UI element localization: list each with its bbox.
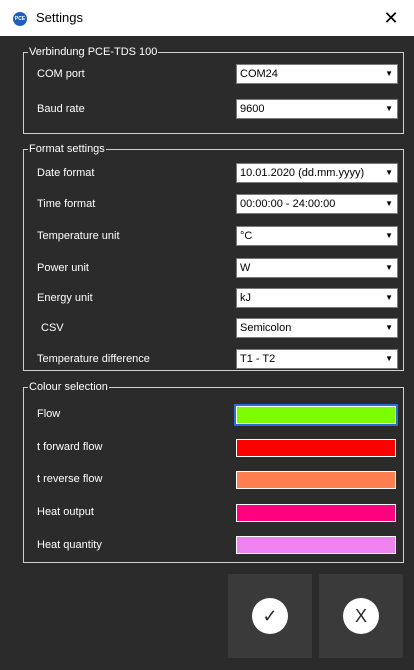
format-legend: Format settings bbox=[29, 143, 105, 155]
chevron-down-icon: ▼ bbox=[385, 231, 393, 240]
connection-legend: Verbindung PCE-TDS 100 bbox=[29, 46, 158, 58]
csv-select[interactable]: Semicolon ▼ bbox=[236, 318, 398, 338]
baud-rate-value: 9600 bbox=[240, 103, 265, 115]
ok-button[interactable]: ✓ bbox=[228, 574, 312, 658]
com-port-select[interactable]: COM24 ▼ bbox=[236, 64, 398, 84]
flow-label: Flow bbox=[37, 408, 61, 420]
chevron-down-icon: ▼ bbox=[385, 354, 393, 363]
chevron-down-icon: ▼ bbox=[385, 263, 393, 272]
energy-unit-label: Energy unit bbox=[37, 292, 93, 304]
chevron-down-icon: ▼ bbox=[385, 104, 393, 113]
time-format-select[interactable]: 00:00:00 - 24:00:00 ▼ bbox=[236, 194, 398, 214]
flow-colour-swatch[interactable] bbox=[234, 404, 398, 426]
cancel-x-icon: X bbox=[343, 598, 379, 634]
time-format-label: Time format bbox=[37, 198, 96, 210]
com-port-value: COM24 bbox=[240, 68, 278, 80]
temperature-difference-label: Temperature difference bbox=[37, 353, 150, 365]
temperature-difference-value: T1 - T2 bbox=[240, 353, 276, 365]
title-bar: PCE Settings ✕ bbox=[0, 0, 414, 36]
csv-value: Semicolon bbox=[240, 322, 292, 334]
time-format-value: 00:00:00 - 24:00:00 bbox=[240, 198, 336, 210]
colour-legend: Colour selection bbox=[29, 381, 108, 393]
date-format-label: Date format bbox=[37, 167, 95, 179]
chevron-down-icon: ▼ bbox=[385, 199, 393, 208]
settings-panel: Verbindung PCE-TDS 100 COM port COM24 ▼ … bbox=[0, 36, 414, 670]
chevron-down-icon: ▼ bbox=[385, 323, 393, 332]
power-unit-label: Power unit bbox=[37, 262, 89, 274]
check-icon: ✓ bbox=[252, 598, 288, 634]
energy-unit-select[interactable]: kJ ▼ bbox=[236, 288, 398, 308]
heat-output-colour-swatch[interactable] bbox=[236, 504, 396, 522]
power-unit-select[interactable]: W ▼ bbox=[236, 258, 398, 278]
reverse-flow-colour-swatch[interactable] bbox=[236, 471, 396, 489]
connection-group: Verbindung PCE-TDS 100 bbox=[23, 46, 404, 134]
date-format-value: 10.01.2020 (dd.mm.yyyy) bbox=[240, 167, 365, 179]
forward-flow-colour-swatch[interactable] bbox=[236, 439, 396, 457]
power-unit-value: W bbox=[240, 262, 251, 274]
energy-unit-value: kJ bbox=[240, 292, 251, 304]
heat-output-label: Heat output bbox=[37, 506, 94, 518]
heat-quantity-label: Heat quantity bbox=[37, 539, 102, 551]
date-format-select[interactable]: 10.01.2020 (dd.mm.yyyy) ▼ bbox=[236, 163, 398, 183]
temperature-unit-select[interactable]: °C ▼ bbox=[236, 226, 398, 246]
csv-label: CSV bbox=[41, 322, 64, 334]
cancel-button[interactable]: X bbox=[319, 574, 403, 658]
temperature-difference-select[interactable]: T1 - T2 ▼ bbox=[236, 349, 398, 369]
baud-rate-label: Baud rate bbox=[37, 103, 85, 115]
temperature-unit-label: Temperature unit bbox=[37, 230, 120, 242]
window-title: Settings bbox=[36, 10, 83, 25]
heat-quantity-colour-swatch[interactable] bbox=[236, 536, 396, 554]
temperature-unit-value: °C bbox=[240, 230, 253, 242]
chevron-down-icon: ▼ bbox=[385, 293, 393, 302]
baud-rate-select[interactable]: 9600 ▼ bbox=[236, 99, 398, 119]
chevron-down-icon: ▼ bbox=[385, 69, 393, 78]
forward-flow-label: t forward flow bbox=[37, 441, 103, 453]
pce-logo-icon: PCE bbox=[13, 12, 27, 26]
com-port-label: COM port bbox=[37, 68, 85, 80]
reverse-flow-label: t reverse flow bbox=[37, 473, 103, 485]
chevron-down-icon: ▼ bbox=[385, 168, 393, 177]
close-button[interactable]: ✕ bbox=[368, 0, 414, 36]
